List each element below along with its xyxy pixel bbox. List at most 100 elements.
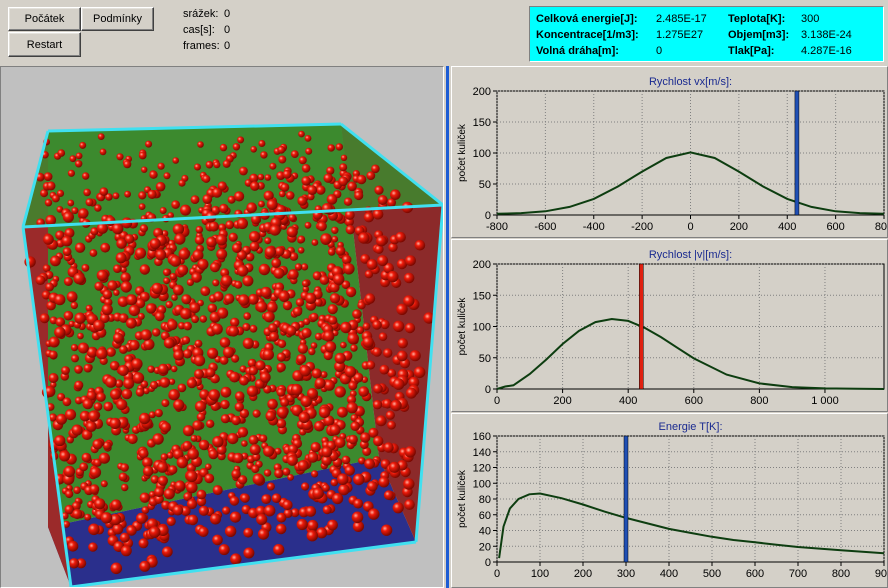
particle	[48, 373, 59, 383]
particle	[135, 388, 145, 397]
particle	[301, 164, 311, 173]
particle	[71, 354, 79, 363]
particle	[296, 354, 307, 364]
particle	[140, 329, 152, 341]
particle	[234, 191, 245, 202]
particle	[243, 547, 255, 559]
concentration-label: Koncentrace[1/m3]:	[536, 29, 639, 41]
particle	[344, 366, 357, 378]
particle	[327, 519, 338, 531]
particle	[186, 481, 198, 494]
particle	[314, 420, 325, 432]
particle	[301, 327, 312, 339]
particle	[88, 542, 98, 552]
particle	[113, 332, 124, 344]
particle	[112, 222, 124, 235]
particle	[263, 445, 275, 457]
particle	[241, 440, 248, 447]
particle	[311, 368, 322, 379]
conditions-button[interactable]: Podmínky	[81, 7, 154, 31]
particle	[147, 189, 157, 199]
particle	[177, 264, 189, 276]
particle	[187, 448, 199, 460]
particle	[414, 239, 426, 251]
particle	[328, 315, 338, 325]
particle	[264, 174, 272, 181]
particle	[340, 154, 348, 161]
start-button[interactable]: Počátek	[8, 7, 81, 31]
particle	[333, 273, 345, 285]
stats-panel: Celková energie[J]: 2.485E-17 Teplota[K]…	[529, 6, 884, 62]
particle	[205, 367, 216, 378]
particle	[364, 458, 375, 470]
particle	[158, 363, 169, 375]
particle	[229, 371, 240, 383]
x-tick-label: 0	[687, 221, 693, 233]
particle	[110, 388, 121, 400]
x-tick-label: 900	[875, 568, 887, 580]
particle	[94, 281, 104, 291]
particle	[171, 200, 180, 209]
particle	[297, 460, 309, 471]
vx-histogram-chart: Rychlost vx[m/s]: -800 -600 -400 -200 0 200 400…	[457, 76, 887, 233]
particle	[409, 350, 421, 362]
particle	[256, 301, 268, 313]
particle	[282, 169, 292, 179]
particle	[299, 365, 311, 377]
particle	[182, 349, 193, 359]
frames-label: frames:	[183, 40, 220, 52]
speed-histogram-chart: Rychlost |v|[m/s]: 0 200 400 600 800 1 000 0 50 1…	[457, 249, 885, 407]
particle	[266, 199, 278, 210]
mean-marker	[794, 90, 800, 216]
particle	[209, 513, 222, 525]
particle	[99, 187, 109, 196]
particle	[132, 372, 145, 384]
particle	[194, 339, 203, 348]
particle	[323, 330, 335, 342]
particle	[117, 365, 129, 376]
y-tick-label: 200	[473, 259, 491, 271]
particle	[187, 514, 199, 526]
particle	[82, 398, 94, 410]
particle	[129, 339, 140, 351]
particle	[208, 389, 220, 401]
x-tick-label: 800	[875, 221, 887, 233]
particle	[72, 508, 83, 520]
particle	[43, 234, 54, 245]
particle	[258, 263, 271, 276]
particle	[335, 246, 346, 256]
y-tick-label: 200	[473, 86, 491, 98]
y-tick-label: 40	[479, 526, 491, 538]
particle	[242, 337, 254, 349]
particle	[276, 362, 286, 372]
particle	[139, 492, 150, 503]
particle	[404, 322, 416, 334]
particle	[74, 365, 83, 374]
particle	[269, 162, 277, 170]
particle	[334, 437, 346, 448]
frames-value: 0	[224, 40, 231, 52]
pressure-label: Tlak[Pa]:	[728, 45, 775, 57]
particle	[354, 190, 364, 201]
particle	[353, 473, 365, 486]
particle	[396, 350, 408, 362]
simulation-3d-view[interactable]	[0, 66, 444, 588]
particle	[385, 410, 395, 420]
x-tick-label: -600	[534, 221, 556, 233]
particle	[405, 387, 417, 399]
particle	[100, 480, 108, 488]
particle-box-scene[interactable]	[1, 67, 443, 587]
particle	[404, 446, 416, 458]
panel-splitter[interactable]	[444, 66, 450, 588]
particle	[186, 498, 198, 510]
particle	[286, 325, 297, 336]
particle	[156, 461, 168, 473]
restart-button[interactable]: Restart	[8, 32, 81, 57]
particle	[209, 262, 221, 273]
particle	[77, 332, 84, 340]
particle	[240, 493, 250, 503]
particle	[142, 465, 154, 477]
particle	[350, 344, 358, 352]
particle	[379, 364, 390, 375]
particle	[126, 294, 138, 306]
